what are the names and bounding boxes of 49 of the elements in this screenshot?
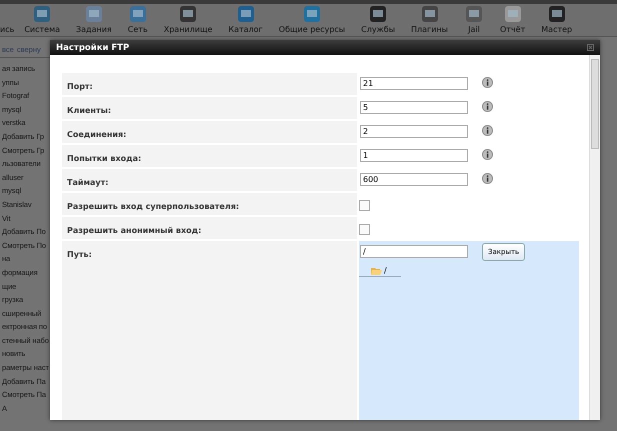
folder-icon <box>371 266 382 274</box>
info-icon[interactable] <box>482 149 493 160</box>
toolbar-button[interactable]: Общие ресурсы <box>270 4 354 34</box>
toolbar-button[interactable]: Система <box>16 4 68 34</box>
toolbar-button[interactable]: ись <box>0 25 16 34</box>
text-field[interactable]: 1 <box>360 149 468 162</box>
path-field[interactable]: / <box>360 245 468 258</box>
toolbar-button[interactable]: Каталог <box>220 4 271 34</box>
toolbar-icon <box>546 4 567 24</box>
toolbar-icon <box>368 4 388 24</box>
info-icon[interactable] <box>482 125 493 136</box>
field-label: Порт: <box>62 73 357 95</box>
toolbar-button[interactable]: Задания <box>68 4 120 34</box>
checkbox[interactable] <box>359 200 370 211</box>
toolbar-icon <box>128 4 148 24</box>
scrollbar[interactable] <box>589 55 600 420</box>
toolbar-button[interactable]: Jail <box>456 4 492 34</box>
toolbar-icon <box>178 4 198 24</box>
toolbar-button[interactable]: Сеть <box>120 4 156 34</box>
field-label: Клиенты: <box>62 97 357 119</box>
toolbar-button[interactable]: Плагины <box>403 4 456 34</box>
toolbar-icon <box>32 4 52 24</box>
toolbar-icon <box>464 4 484 24</box>
folder-tree-item[interactable]: / <box>359 265 401 277</box>
field-label: Разрешить анонимный вход: <box>62 217 357 239</box>
toolbar-icon <box>302 4 322 24</box>
checkbox[interactable] <box>359 224 370 235</box>
toolbar-icon <box>236 4 256 24</box>
field-label: Таймаут: <box>62 169 357 191</box>
text-field[interactable]: 21 <box>360 77 468 90</box>
text-field[interactable]: 600 <box>360 173 468 186</box>
info-icon[interactable] <box>482 173 493 184</box>
toolbar-icon <box>502 4 523 24</box>
text-field[interactable]: 5 <box>360 101 468 114</box>
dialog-title: Настройки FTP <box>56 42 130 52</box>
info-icon[interactable] <box>482 101 493 112</box>
text-field[interactable]: 2 <box>360 125 468 138</box>
field-label: Попытки входа: <box>62 145 357 167</box>
toolbar-button[interactable]: Мастер <box>533 4 580 34</box>
toolbar-button[interactable]: Хранилище <box>156 4 220 34</box>
toolbar-button[interactable]: Отчёт <box>492 4 534 34</box>
info-icon[interactable] <box>482 77 493 88</box>
toolbar-icon <box>420 4 440 24</box>
close-icon[interactable] <box>587 44 594 51</box>
field-label: Разрешить вход суперпользователя: <box>62 193 357 215</box>
toolbar-button[interactable]: Службы <box>353 4 404 34</box>
toolbar-icon <box>84 4 104 24</box>
field-label: Соединения: <box>62 121 357 143</box>
field-label: Путь: <box>62 241 357 420</box>
